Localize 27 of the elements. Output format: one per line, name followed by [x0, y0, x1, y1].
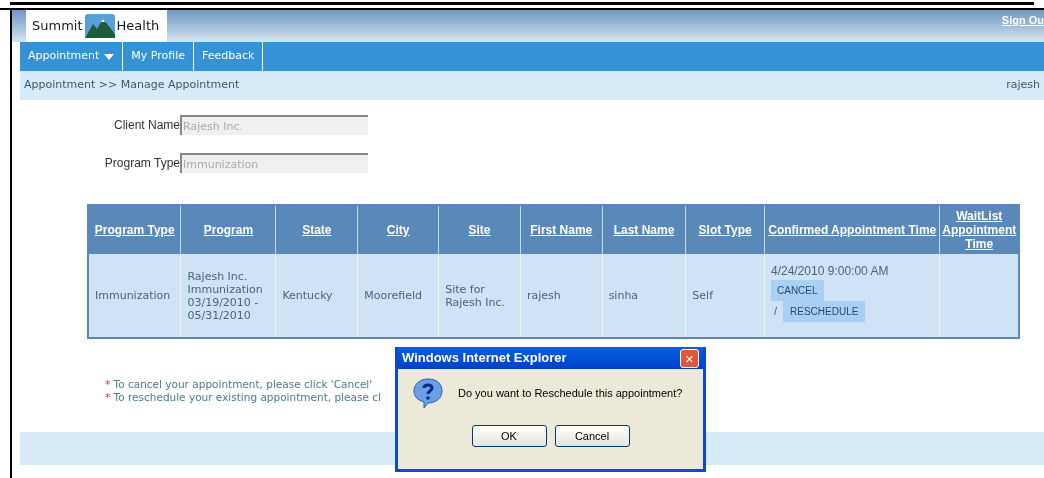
appointment-time: 4/24/2010 9:00:00 AM	[771, 263, 890, 280]
table-cell: Site for Rajesh Inc.	[445, 282, 506, 309]
question-icon	[412, 377, 444, 409]
field-label: Program Type	[103, 155, 180, 172]
logo: Summit Health	[26, 10, 167, 42]
dialog-button[interactable]: OK	[471, 425, 547, 447]
field-label: Client Name	[112, 117, 180, 134]
reschedule-button[interactable]: RESCHEDULE	[783, 301, 866, 322]
table-cell: Self	[692, 289, 713, 302]
table-cell: Immunization	[95, 289, 171, 302]
table-cell: Kentucky	[282, 289, 333, 302]
cancel-button[interactable]: CANCEL	[771, 280, 824, 301]
mountain-icon	[84, 14, 115, 38]
close-button[interactable]: ×	[680, 348, 699, 368]
separator: /	[774, 304, 778, 320]
user-name: rajesh	[1006, 77, 1040, 94]
table-cell: Rajesh Inc. Immunization 03/19/2010 - 05/31/2010	[187, 269, 263, 322]
sign-out-link[interactable]: Sign Ou	[1001, 12, 1044, 29]
instruction-note: * To reschedule your existing appointment, please cl	[105, 391, 381, 404]
instruction-note: * To cancel your appointment, please click 'Cancel'	[105, 378, 373, 391]
table-cell: Moorefield	[364, 289, 422, 302]
dialog-message: Do you want to Reschedule this appointment?	[458, 385, 683, 401]
table-cell: sinha	[608, 289, 639, 302]
dialog-button[interactable]: Cancel	[554, 425, 630, 447]
table-cell: rajesh	[526, 289, 561, 302]
dialog-title: Windows Internet Explorer	[402, 349, 567, 368]
breadcrumb: Appointment >> Manage Appointment	[24, 77, 240, 94]
